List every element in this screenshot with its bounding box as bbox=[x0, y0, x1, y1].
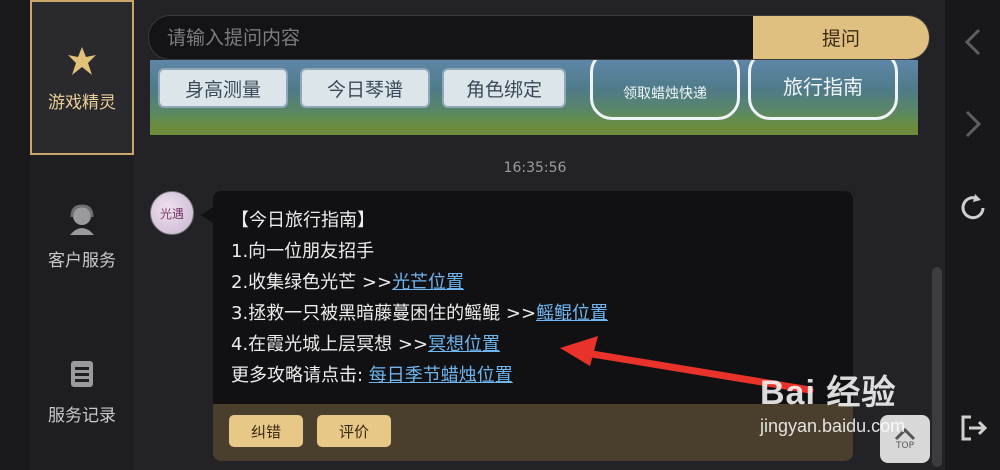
headset-icon bbox=[63, 200, 101, 238]
candle-delivery-card[interactable]: 领取蜡烛快递 bbox=[590, 60, 740, 120]
sidebar-item-label: 游戏精灵 bbox=[48, 93, 116, 113]
watermark-sub: jingyan.baidu.com bbox=[760, 416, 906, 436]
light-location-link[interactable]: 光芒位置 bbox=[392, 272, 464, 293]
sidebar: 游戏精灵 客户服务 服务记录 bbox=[0, 0, 134, 470]
system-nav-bar bbox=[945, 0, 1000, 470]
top-label: TOP bbox=[895, 441, 914, 451]
message-line: 2.收集绿色光芒 >>光芒位置 bbox=[231, 267, 608, 298]
message-text: 2.收集绿色光芒 >> bbox=[231, 272, 393, 293]
height-measure-button[interactable]: 身高测量 bbox=[158, 68, 288, 108]
feature-banner: 身高测量 今日琴谱 角色绑定 领取蜡烛快递 旅行指南 bbox=[150, 60, 918, 135]
message-line: 1.向一位朋友招手 bbox=[231, 241, 375, 262]
ray-location-link[interactable]: 鳐鲲位置 bbox=[536, 303, 608, 324]
rate-button[interactable]: 评价 bbox=[317, 415, 391, 447]
search-input[interactable] bbox=[149, 16, 753, 59]
daily-sheet-music-button[interactable]: 今日琴谱 bbox=[300, 68, 430, 108]
message-text: 4.在霞光城上层冥想 >> bbox=[231, 334, 429, 355]
role-binding-button[interactable]: 角色绑定 bbox=[442, 68, 566, 108]
bubble-tail bbox=[201, 207, 213, 223]
sidebar-item-service-records[interactable]: 服务记录 bbox=[30, 355, 134, 426]
sidebar-strip bbox=[0, 0, 30, 470]
sidebar-item-customer-service[interactable]: 客户服务 bbox=[30, 200, 134, 271]
chat-scrollbar[interactable] bbox=[932, 267, 942, 467]
message-bubble: 【今日旅行指南】 1.向一位朋友招手 2.收集绿色光芒 >>光芒位置 3.拯救一… bbox=[213, 191, 853, 461]
correction-button[interactable]: 纠错 bbox=[229, 415, 303, 447]
refresh-icon[interactable] bbox=[945, 190, 1000, 226]
message-title: 【今日旅行指南】 bbox=[231, 210, 375, 231]
message-timestamp: 16:35:56 bbox=[503, 160, 567, 176]
message-footer: 纠错 评价 bbox=[213, 404, 853, 461]
sidebar-item-label: 服务记录 bbox=[48, 406, 116, 426]
ask-button[interactable]: 提问 bbox=[753, 16, 929, 59]
meditation-location-link[interactable]: 冥想位置 bbox=[428, 334, 500, 355]
message-text: 更多攻略请点击: bbox=[231, 365, 369, 386]
fairy-icon bbox=[63, 42, 101, 80]
sidebar-item-game-spirit[interactable]: 游戏精灵 bbox=[30, 0, 134, 155]
app-root: 游戏精灵 客户服务 服务记录 请输入提问内容 提问 身高测量 今日琴谱 角色绑定… bbox=[0, 0, 1000, 470]
exit-icon[interactable] bbox=[945, 410, 1000, 446]
daily-candle-location-link[interactable]: 每日季节蜡烛位置 bbox=[369, 365, 513, 386]
travel-guide-card[interactable]: 旅行指南 bbox=[748, 60, 898, 120]
watermark-main: Bai 经验 bbox=[760, 374, 897, 412]
back-chevron-icon[interactable] bbox=[945, 22, 1000, 62]
record-list-icon bbox=[63, 355, 101, 393]
sidebar-item-label: 客户服务 bbox=[48, 251, 116, 271]
message-text: 3.拯救一只被黑暗藤蔓困住的鳐鲲 >> bbox=[231, 303, 537, 324]
baidu-watermark: Bai 经验 jingyan.baidu.com bbox=[760, 365, 905, 437]
search-bar: 提问 bbox=[148, 15, 930, 60]
avatar: 光遇 bbox=[150, 191, 194, 235]
forward-chevron-icon[interactable] bbox=[945, 104, 1000, 144]
message-line: 3.拯救一只被黑暗藤蔓困住的鳐鲲 >>鳐鲲位置 bbox=[231, 298, 608, 329]
